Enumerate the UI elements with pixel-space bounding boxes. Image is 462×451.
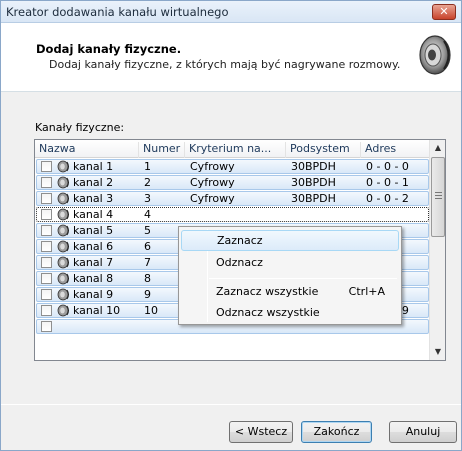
column-header-name[interactable]: Nazwa — [35, 142, 139, 158]
channels-label: Kanały fizyczne: — [35, 121, 125, 134]
channel-speaker-icon — [57, 160, 69, 173]
cell-name: kanal 10 — [73, 304, 121, 317]
cell-name: kanal 9 — [73, 288, 114, 301]
cell-name: kanal 7 — [73, 256, 114, 269]
menu-item-label: Odznacz wszystkie — [216, 306, 320, 319]
table-row[interactable]: kanal 1 1 Cyfrowy 30BPDH 0 - 0 - 0 — [36, 159, 429, 174]
channel-speaker-icon — [57, 272, 69, 285]
column-header-criterion[interactable]: Kryterium na... — [185, 142, 286, 158]
channel-speaker-icon — [57, 304, 69, 317]
scroll-down-arrow-icon[interactable]: ▼ — [430, 344, 445, 360]
menu-item-deselect[interactable]: Odznacz — [181, 252, 399, 273]
cell-subsystem: 30BPDH — [291, 160, 336, 173]
speaker-icon — [419, 35, 451, 75]
channel-speaker-icon — [57, 192, 69, 205]
finish-button[interactable]: Zakończ — [301, 421, 372, 443]
table-row[interactable]: kanal 2 2 Cyfrowy 30BPDH 0 - 0 - 1 — [36, 175, 429, 190]
table-row[interactable]: kanal 3 3 Cyfrowy 30BPDH 0 - 0 - 2 — [36, 191, 429, 206]
channel-speaker-icon — [57, 240, 69, 253]
cell-name: kanal 3 — [73, 192, 114, 205]
cell-number: 7 — [144, 256, 151, 269]
close-button[interactable]: ✕ — [432, 4, 456, 20]
table-row[interactable]: kanal 4 4 — [36, 207, 429, 222]
cell-name: kanal 2 — [73, 176, 114, 189]
row-checkbox[interactable] — [41, 193, 52, 204]
cell-number: 8 — [144, 272, 151, 285]
menu-separator — [209, 278, 397, 279]
row-checkbox[interactable] — [41, 209, 52, 220]
cell-number: 6 — [144, 240, 151, 253]
channel-speaker-icon — [57, 288, 69, 301]
cell-name: kanal 8 — [73, 272, 114, 285]
cell-name: kanal 1 — [73, 160, 114, 173]
row-checkbox[interactable] — [41, 289, 52, 300]
scroll-up-arrow-icon[interactable]: ▲ — [430, 140, 445, 156]
cell-number: 10 — [144, 304, 158, 317]
cell-number: 2 — [144, 176, 151, 189]
menu-item-label: Zaznacz wszystkie — [216, 285, 319, 298]
channel-speaker-icon — [57, 176, 69, 189]
page-subtitle: Dodaj kanały fizyczne, z których mają by… — [49, 58, 401, 71]
channel-speaker-icon — [57, 256, 69, 269]
page-title: Dodaj kanały fizyczne. — [36, 42, 182, 56]
cell-number: 9 — [144, 288, 151, 301]
cell-number: 5 — [144, 224, 151, 237]
footer-divider — [1, 404, 461, 405]
cell-subsystem: 30BPDH — [291, 176, 336, 189]
cell-number: 4 — [144, 208, 151, 221]
window-title: Kreator dodawania kanału wirtualnego — [6, 5, 229, 19]
cell-number: 3 — [144, 192, 151, 205]
menu-item-select[interactable]: Zaznacz — [181, 230, 399, 251]
scroll-thumb[interactable] — [431, 157, 445, 237]
row-checkbox[interactable] — [41, 305, 52, 316]
menu-item-label: Odznacz — [216, 256, 263, 269]
row-checkbox[interactable] — [41, 177, 52, 188]
cell-name: kanal 5 — [73, 224, 114, 237]
cell-name: kanal 4 — [73, 208, 114, 221]
wizard-window: Kreator dodawania kanału wirtualnego ✕ D… — [0, 0, 462, 451]
vertical-scrollbar[interactable]: ▲ ▼ — [429, 140, 445, 360]
row-checkbox[interactable] — [41, 257, 52, 268]
channel-speaker-icon — [57, 224, 69, 237]
title-bar: Kreator dodawania kanału wirtualnego ✕ — [1, 1, 461, 23]
cell-address: 0 - 0 - 0 — [366, 160, 409, 173]
row-checkbox[interactable] — [41, 321, 52, 332]
context-menu: Zaznacz Odznacz Zaznacz wszystkie Ctrl+A… — [178, 226, 402, 325]
row-checkbox[interactable] — [41, 161, 52, 172]
channel-speaker-icon — [57, 208, 69, 221]
cell-subsystem: 30BPDH — [291, 192, 336, 205]
menu-item-shortcut: Ctrl+A — [348, 285, 385, 298]
close-icon: ✕ — [439, 5, 449, 18]
cell-criterion: Cyfrowy — [190, 160, 235, 173]
grip-icon — [435, 192, 442, 199]
list-header: Nazwa Numer Kryterium na... Podsystem Ad… — [35, 140, 430, 158]
column-header-address[interactable]: Adres — [361, 142, 430, 158]
cell-criterion: Cyfrowy — [190, 176, 235, 189]
cell-name: kanal 6 — [73, 240, 114, 253]
cell-number: 1 — [144, 160, 151, 173]
back-button[interactable]: < Wstecz — [229, 421, 293, 443]
menu-item-label: Zaznacz — [217, 234, 263, 247]
menu-item-select-all[interactable]: Zaznacz wszystkie Ctrl+A — [181, 281, 399, 302]
row-checkbox[interactable] — [41, 241, 52, 252]
cell-address: 0 - 0 - 1 — [366, 176, 409, 189]
menu-item-deselect-all[interactable]: Odznacz wszystkie — [181, 302, 399, 323]
column-header-subsystem[interactable]: Podsystem — [286, 142, 361, 158]
column-header-number[interactable]: Numer — [139, 142, 185, 158]
cell-address: 0 - 0 - 2 — [366, 192, 409, 205]
row-checkbox[interactable] — [41, 225, 52, 236]
cell-criterion: Cyfrowy — [190, 192, 235, 205]
wizard-header: Dodaj kanały fizyczne. Dodaj kanały fizy… — [1, 23, 461, 92]
row-checkbox[interactable] — [41, 273, 52, 284]
cancel-button[interactable]: Anuluj — [389, 421, 457, 443]
